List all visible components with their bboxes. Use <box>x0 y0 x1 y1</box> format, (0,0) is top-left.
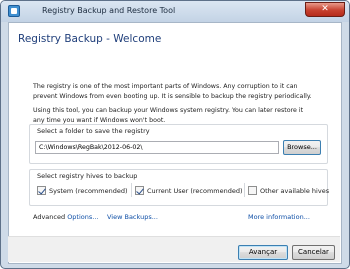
button-bar <box>8 236 340 262</box>
checkbox-unchecked-icon <box>248 186 257 195</box>
options-link[interactable]: Options... <box>67 213 98 221</box>
backup-path-input[interactable] <box>35 141 279 154</box>
description-line: Using this tool, you can backup your Win… <box>33 107 304 114</box>
divider <box>244 183 245 197</box>
hives-group-title: Select registry hives to backup <box>37 172 138 180</box>
divider <box>131 183 132 197</box>
window-title: Registry Backup and Restore Tool <box>42 6 176 15</box>
folder-group-title: Select a folder to save the registry <box>37 127 150 135</box>
checkbox-checked-icon <box>135 186 144 195</box>
title-bar[interactable]: Registry Backup and Restore Tool ✕ <box>1 1 349 22</box>
browse-button[interactable]: Browse... <box>283 140 321 155</box>
more-information-link[interactable]: More information... <box>248 213 310 221</box>
current-user-hive-checkbox[interactable]: Current User (recommended) <box>135 186 243 195</box>
close-button[interactable]: ✕ <box>305 2 345 17</box>
description-line: The registry is one of the most importan… <box>33 83 298 90</box>
advanced-options-row: Advanced Options... <box>33 213 98 221</box>
page-heading: Registry Backup - Welcome <box>18 33 162 45</box>
other-hives-checkbox[interactable]: Other available hives <box>248 186 329 195</box>
description-line: prevent Windows from even booting up. It… <box>33 93 312 100</box>
system-hive-checkbox[interactable]: System (recommended) <box>37 186 128 195</box>
view-backups-link[interactable]: View Backups... <box>107 213 158 221</box>
registry-app-icon <box>8 5 20 17</box>
checkbox-checked-icon <box>37 186 46 195</box>
advanced-label: Advanced <box>33 213 68 221</box>
next-button[interactable]: Avançar <box>238 245 288 260</box>
checkbox-label: Current User (recommended) <box>147 186 243 195</box>
cancel-button[interactable]: Cancelar <box>292 245 335 260</box>
checkbox-label: System (recommended) <box>49 186 128 195</box>
checkbox-label: Other available hives <box>260 186 330 195</box>
